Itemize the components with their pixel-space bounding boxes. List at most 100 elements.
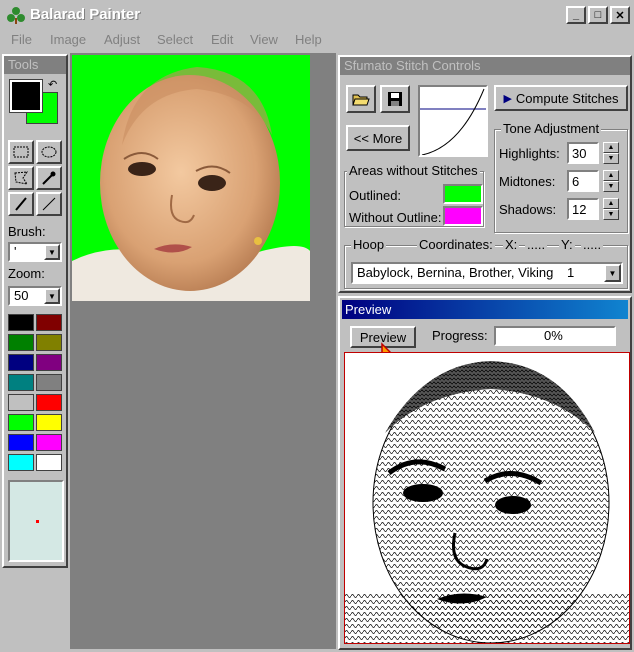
eyedropper-tool[interactable] bbox=[36, 166, 62, 190]
menu-edit[interactable]: Edit bbox=[211, 32, 233, 47]
preview-panel: Preview Preview Progress: 0% bbox=[338, 296, 632, 650]
menu-adjust[interactable]: Adjust bbox=[104, 32, 140, 47]
brush-select[interactable]: ' ▼ bbox=[8, 242, 62, 262]
eyedropper-icon bbox=[42, 171, 56, 185]
swap-colors-icon[interactable]: ↶ bbox=[48, 78, 57, 91]
compute-stitches-label: Compute Stitches bbox=[515, 90, 619, 106]
tools-panel: Tools ↶ Brush: ' ▼ Zoom: 50 ▼ bbox=[2, 54, 68, 568]
tone-curve-graph[interactable] bbox=[418, 85, 488, 157]
line-icon bbox=[42, 197, 56, 211]
shadows-label: Shadows: bbox=[499, 202, 557, 217]
palette-swatch[interactable] bbox=[36, 454, 62, 471]
ellipse-select-icon bbox=[41, 146, 57, 158]
zoom-dropdown-icon[interactable]: ▼ bbox=[44, 288, 60, 304]
spin-down-icon[interactable]: ▼ bbox=[603, 181, 619, 192]
tone-curve bbox=[420, 88, 486, 156]
close-button[interactable]: ✕ bbox=[610, 6, 630, 24]
shadows-input[interactable]: 12 bbox=[567, 198, 599, 220]
maximize-button[interactable]: □ bbox=[588, 6, 608, 24]
y-coordinate-label: Y: bbox=[559, 237, 575, 252]
menu-bar: File Image Adjust Select Edit View Help bbox=[0, 30, 634, 50]
menu-image[interactable]: Image bbox=[50, 32, 86, 47]
open-file-button[interactable] bbox=[346, 85, 376, 113]
play-triangle-icon: ▶ bbox=[503, 92, 512, 105]
coordinates-label: Coordinates: bbox=[417, 237, 495, 252]
zoom-select-value: 50 bbox=[14, 288, 29, 303]
palette-swatch[interactable] bbox=[8, 374, 34, 391]
spin-down-icon[interactable]: ▼ bbox=[603, 209, 619, 220]
without-outline-label: Without Outline: bbox=[349, 210, 442, 225]
palette-swatch[interactable] bbox=[36, 414, 62, 431]
brush-label: Brush: bbox=[8, 224, 46, 239]
baby-photo bbox=[72, 55, 310, 301]
hoop-size-value: 1 bbox=[567, 265, 575, 280]
palette-swatch[interactable] bbox=[8, 314, 34, 331]
hoop-select[interactable]: Babylock, Bernina, Brother, Viking 1 ▼ bbox=[351, 262, 623, 284]
palette-swatch[interactable] bbox=[8, 334, 34, 351]
without-outline-color-fill bbox=[445, 208, 481, 224]
palette-swatch[interactable] bbox=[8, 354, 34, 371]
spin-up-icon[interactable]: ▲ bbox=[603, 170, 619, 181]
lasso-tool[interactable] bbox=[8, 166, 34, 190]
image-canvas[interactable] bbox=[72, 55, 310, 301]
pencil-tool[interactable] bbox=[8, 192, 34, 216]
palette-swatch[interactable] bbox=[8, 454, 34, 471]
tone-adjustment-label: Tone Adjustment bbox=[501, 121, 602, 136]
lasso-icon bbox=[14, 171, 29, 185]
minimize-button[interactable]: _ bbox=[566, 6, 586, 24]
line-tool[interactable] bbox=[36, 192, 62, 216]
zoom-select[interactable]: 50 ▼ bbox=[8, 286, 62, 306]
palette-swatch[interactable] bbox=[36, 394, 62, 411]
palette-swatch[interactable] bbox=[36, 354, 62, 371]
highlights-input[interactable]: 30 bbox=[567, 142, 599, 164]
stitch-preview-render bbox=[345, 353, 629, 643]
progress-bar: 0% bbox=[494, 326, 616, 346]
progress-value: 0% bbox=[544, 328, 563, 343]
title-bar[interactable]: Balarad Painter _ □ ✕ bbox=[0, 0, 634, 30]
menu-select[interactable]: Select bbox=[157, 32, 193, 47]
spin-down-icon[interactable]: ▼ bbox=[603, 153, 619, 164]
compute-stitches-button[interactable]: ▶ Compute Stitches bbox=[494, 85, 628, 111]
midtones-spinner[interactable]: ▲ ▼ bbox=[603, 170, 619, 192]
palette-swatch[interactable] bbox=[8, 434, 34, 451]
hoop-label: Hoop bbox=[351, 237, 387, 252]
areas-group-label: Areas without Stitches bbox=[347, 163, 480, 178]
palette-swatch[interactable] bbox=[36, 434, 62, 451]
more-button[interactable]: << More bbox=[346, 125, 410, 151]
midtones-label: Midtones: bbox=[499, 174, 556, 189]
menu-file[interactable]: File bbox=[11, 32, 32, 47]
palette-swatch[interactable] bbox=[8, 414, 34, 431]
open-folder-icon bbox=[352, 94, 370, 106]
palette-swatch[interactable] bbox=[36, 374, 62, 391]
tone-adjustment-group: Tone Adjustment Highlights: 30 ▲ ▼ Midton… bbox=[494, 121, 628, 233]
navigator-thumbnail[interactable] bbox=[8, 480, 64, 562]
highlights-spinner[interactable]: ▲ ▼ bbox=[603, 142, 619, 164]
brush-dropdown-icon[interactable]: ▼ bbox=[44, 244, 60, 260]
outlined-color-fill bbox=[445, 186, 481, 202]
save-disk-icon bbox=[388, 92, 402, 106]
menu-help[interactable]: Help bbox=[295, 32, 322, 47]
palette-swatch[interactable] bbox=[8, 394, 34, 411]
ellipse-select-tool[interactable] bbox=[36, 140, 62, 164]
highlights-label: Highlights: bbox=[499, 146, 560, 161]
navigator-marker bbox=[36, 520, 39, 523]
foreground-color-swatch[interactable] bbox=[9, 79, 43, 113]
menu-view[interactable]: View bbox=[250, 32, 278, 47]
save-file-button[interactable] bbox=[380, 85, 410, 113]
x-coordinate-label: X: bbox=[503, 237, 520, 252]
rect-select-tool[interactable] bbox=[8, 140, 34, 164]
brush-select-value: ' bbox=[14, 244, 17, 259]
palette-swatch[interactable] bbox=[36, 334, 62, 351]
without-outline-color-button[interactable] bbox=[443, 206, 483, 226]
stitch-panel-title: Sfumato Stitch Controls bbox=[340, 57, 630, 75]
midtones-input[interactable]: 6 bbox=[567, 170, 599, 192]
spin-up-icon[interactable]: ▲ bbox=[603, 142, 619, 153]
outlined-color-button[interactable] bbox=[443, 184, 483, 204]
stitch-preview-image[interactable] bbox=[344, 352, 630, 644]
hoop-dropdown-icon[interactable]: ▼ bbox=[604, 264, 621, 282]
window-title: Balarad Painter bbox=[30, 6, 141, 23]
palette-swatch[interactable] bbox=[36, 314, 62, 331]
rect-select-icon bbox=[13, 146, 29, 158]
shadows-spinner[interactable]: ▲ ▼ bbox=[603, 198, 619, 220]
spin-up-icon[interactable]: ▲ bbox=[603, 198, 619, 209]
